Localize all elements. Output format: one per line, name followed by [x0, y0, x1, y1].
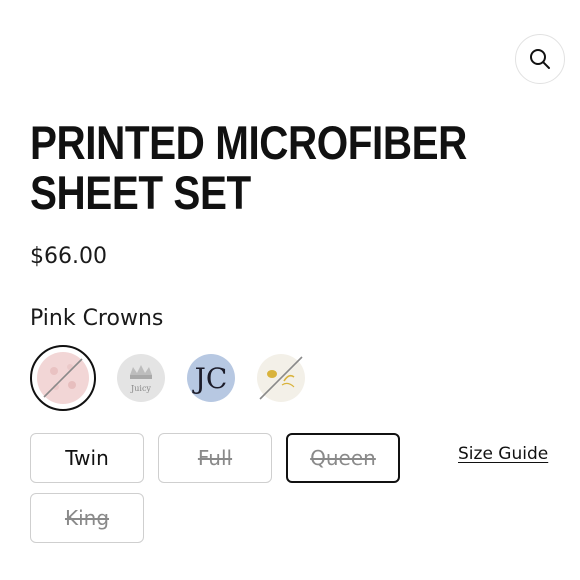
search-button[interactable]	[515, 34, 565, 84]
gold-bee-pattern-icon	[257, 354, 305, 402]
size-option-king[interactable]: King	[30, 493, 144, 543]
size-guide-link[interactable]: Size Guide	[458, 444, 548, 464]
product-title-line-2: SHEET SET	[30, 166, 251, 219]
size-option-queen[interactable]: Queen	[286, 433, 400, 483]
swatch-juicy-label: Juicy	[130, 384, 151, 393]
size-option-twin[interactable]: Twin	[30, 433, 144, 483]
swatch-gold-bee[interactable]	[248, 345, 314, 411]
pink-crowns-pattern-icon	[37, 352, 89, 404]
product-price: $66.00	[30, 244, 107, 269]
swatch-jc-label: JC	[192, 362, 228, 395]
grey-crown-pattern-icon: Juicy	[117, 354, 165, 402]
search-icon	[530, 49, 550, 69]
product-title-line-1: PRINTED MICROFIBER	[30, 116, 467, 169]
selected-color-label: Pink Crowns	[30, 306, 164, 331]
swatch-blue-monogram[interactable]: JC	[178, 345, 244, 411]
size-option-full[interactable]: Full	[158, 433, 272, 483]
product-page: PRINTED MICROFIBER SHEET SET $66.00 Pink…	[0, 0, 580, 580]
swatch-pink-crowns[interactable]	[30, 345, 96, 411]
blue-monogram-pattern-icon: JC	[187, 354, 235, 402]
swatch-grey-crown[interactable]: Juicy	[108, 345, 174, 411]
product-title: PRINTED MICROFIBER SHEET SET	[30, 116, 467, 219]
color-swatches: Juicy JC	[30, 345, 330, 411]
